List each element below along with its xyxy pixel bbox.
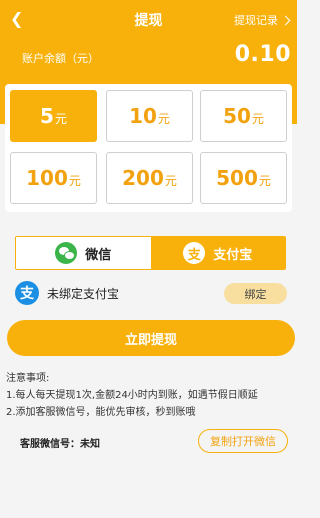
amount-number: 100: [26, 166, 68, 190]
amount-option-200[interactable]: 200 元: [106, 152, 193, 204]
amount-option-5[interactable]: 5元: [10, 90, 97, 142]
withdraw-record-link[interactable]: 提现记录: [234, 12, 291, 28]
withdraw-now-button[interactable]: 立即提现: [7, 320, 295, 356]
amount-option-10[interactable]: 10 元: [106, 90, 193, 142]
contact-row: 客服微信号：未知 复制打开微信: [0, 426, 297, 458]
alipay-label: 支付宝: [213, 247, 253, 263]
amount-unit: 元: [157, 112, 170, 126]
amount-option-100[interactable]: 100 元: [10, 152, 97, 204]
service-wechat-text: 客服微信号：未知: [20, 439, 100, 450]
amount-unit: 元: [54, 112, 67, 126]
alipay-icon: 支: [183, 242, 206, 264]
balance-value: 0.10: [234, 42, 291, 67]
wechat-icon: [55, 242, 78, 264]
amount-unit: 元: [258, 174, 271, 188]
bind-status-text: 未绑定支付宝: [47, 287, 120, 301]
amount-number: 10: [129, 104, 157, 128]
wechat-label: 微信: [85, 247, 112, 263]
pay-tab-wechat[interactable]: 微信: [16, 237, 151, 269]
amount-unit: 元: [68, 174, 81, 188]
amount-number: 500: [216, 166, 258, 190]
chevron-right-icon: [280, 15, 291, 25]
bind-button[interactable]: 绑定: [224, 283, 287, 304]
bind-account-row: 支 未绑定支付宝 绑定: [0, 276, 297, 310]
amount-option-50[interactable]: 50 元: [200, 90, 287, 142]
amount-options-card: 5元 10 元 50 元 100 元 200 元 500 元: [5, 84, 292, 212]
notes-item: 2.添加客服微信号，能优先审核，秒到账哦: [6, 407, 196, 418]
alipay-icon: 支: [15, 281, 39, 305]
amount-unit: 元: [164, 174, 177, 188]
balance-label: 账户余额（元）: [22, 52, 99, 65]
copy-open-wechat-button[interactable]: 复制打开微信: [198, 429, 288, 453]
amount-option-500[interactable]: 500 元: [200, 152, 287, 204]
amount-number: 200: [122, 166, 164, 190]
notes-title: 注意事项:: [6, 373, 50, 384]
amount-number: 50: [223, 104, 251, 128]
notes-section: 注意事项: 1.每人每天提现1次,金额24小时内到账，如遇节假日顺延 2.添加客…: [6, 370, 296, 421]
payment-method-selector: 微信 支 支付宝: [15, 236, 286, 270]
withdraw-record-label: 提现记录: [234, 14, 278, 27]
amount-number: 5: [40, 104, 54, 128]
pay-tab-alipay[interactable]: 支 支付宝: [150, 237, 285, 269]
amount-unit: 元: [251, 112, 264, 126]
notes-item: 1.每人每天提现1次,金额24小时内到账，如遇节假日顺延: [6, 390, 258, 401]
